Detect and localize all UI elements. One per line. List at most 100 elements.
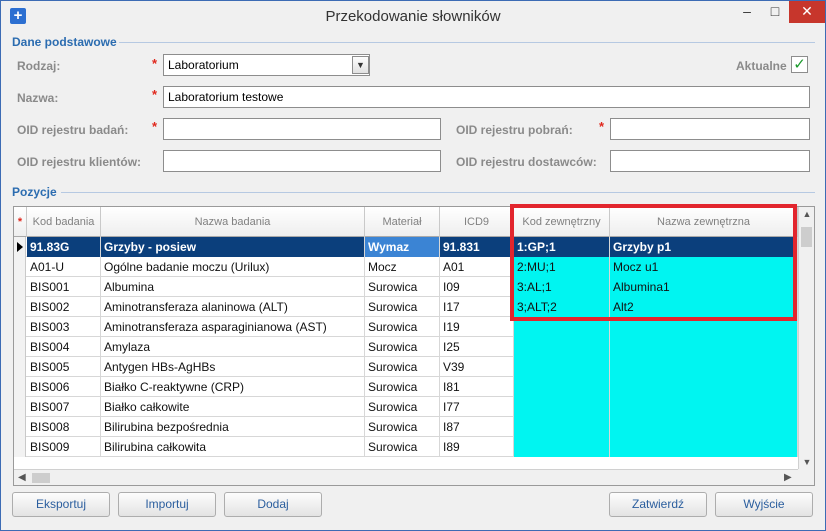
oid-badan-input[interactable]: [163, 118, 441, 140]
oid-dostawcow-input[interactable]: [610, 150, 810, 172]
cell-nazwa-badania[interactable]: Białko C-reaktywne (CRP): [101, 377, 365, 397]
cell-kod-badania[interactable]: BIS004: [27, 337, 101, 357]
cell-material[interactable]: Surowica: [365, 377, 440, 397]
cell-icd9[interactable]: I17: [440, 297, 514, 317]
cell-nazwa-zewnetrzna[interactable]: [610, 337, 798, 357]
cell-material[interactable]: Mocz: [365, 257, 440, 277]
cell-kod-badania[interactable]: BIS009: [27, 437, 101, 457]
header-nazwa-badania[interactable]: Nazwa badania: [101, 207, 365, 237]
row-indicator[interactable]: [14, 437, 26, 457]
header-kod-zewnetrzny[interactable]: Kod zewnętrzny: [514, 207, 610, 237]
horizontal-scrollbar[interactable]: ◀ ▶: [14, 469, 798, 485]
header-nazwa-zewnetrzna[interactable]: Nazwa zewnętrzna: [610, 207, 798, 237]
cell-nazwa-badania[interactable]: Antygen HBs-AgHBs: [101, 357, 365, 377]
cell-icd9[interactable]: V39: [440, 357, 514, 377]
cell-icd9[interactable]: I09: [440, 277, 514, 297]
table-row[interactable]: BIS004 Amylaza Surowica I25: [14, 337, 798, 357]
scroll-down-icon[interactable]: ▼: [799, 457, 814, 467]
cell-nazwa-badania[interactable]: Bilirubina całkowita: [101, 437, 365, 457]
confirm-button[interactable]: Zatwierdź: [609, 492, 707, 517]
cell-icd9[interactable]: I89: [440, 437, 514, 457]
rodzaj-select[interactable]: Laboratorium: [163, 54, 370, 76]
table-row[interactable]: 91.83G Grzyby - posiew Wymaz 91.831 1:GP;1 Gr…: [14, 237, 798, 257]
cell-material[interactable]: Surowica: [365, 337, 440, 357]
cell-kod-zewnetrzny[interactable]: 1:GP;1: [514, 237, 610, 257]
cell-nazwa-zewnetrzna[interactable]: Grzyby p1: [610, 237, 798, 257]
table-row[interactable]: A01-U Ogólne badanie moczu (Urilux) Mocz A0…: [14, 257, 798, 277]
table-row[interactable]: BIS003 Aminotransferaza asparaginianowa (…: [14, 317, 798, 337]
cell-nazwa-badania[interactable]: Amylaza: [101, 337, 365, 357]
header-material[interactable]: Materiał: [365, 207, 440, 237]
row-indicator[interactable]: [14, 417, 26, 437]
scroll-left-icon[interactable]: ◀: [18, 470, 26, 485]
row-indicator[interactable]: [14, 377, 26, 397]
cell-kod-badania[interactable]: BIS003: [27, 317, 101, 337]
row-indicator[interactable]: [14, 257, 26, 277]
cell-icd9[interactable]: 91.831: [440, 237, 514, 257]
row-indicator[interactable]: [14, 237, 26, 257]
add-button[interactable]: Dodaj: [224, 492, 322, 517]
cell-material[interactable]: Surowica: [365, 357, 440, 377]
table-row[interactable]: BIS002 Aminotransferaza alaninowa (ALT) Su…: [14, 297, 798, 317]
cell-kod-badania[interactable]: BIS002: [27, 297, 101, 317]
row-indicator[interactable]: [14, 297, 26, 317]
cell-kod-zewnetrzny[interactable]: 3;ALT;2: [514, 297, 610, 317]
exit-button[interactable]: Wyjście: [715, 492, 813, 517]
cell-material[interactable]: Surowica: [365, 317, 440, 337]
cell-nazwa-zewnetrzna[interactable]: Alt2: [610, 297, 798, 317]
cell-kod-zewnetrzny[interactable]: 3:AL;1: [514, 277, 610, 297]
vertical-scrollbar[interactable]: ▲ ▼: [798, 207, 814, 469]
cell-nazwa-zewnetrzna[interactable]: [610, 357, 798, 377]
nazwa-input[interactable]: Laboratorium testowe: [163, 86, 810, 108]
export-button[interactable]: Eksportuj: [12, 492, 110, 517]
oid-pobran-input[interactable]: [610, 118, 810, 140]
cell-nazwa-zewnetrzna[interactable]: [610, 397, 798, 417]
table-row[interactable]: BIS001 Albumina Surowica I09 3:AL;1 Albumina1: [14, 277, 798, 297]
vertical-scroll-thumb[interactable]: [801, 227, 812, 247]
cell-kod-zewnetrzny[interactable]: 2:MU;1: [514, 257, 610, 277]
cell-material[interactable]: Surowica: [365, 277, 440, 297]
cell-nazwa-zewnetrzna[interactable]: Mocz u1: [610, 257, 798, 277]
minimize-button[interactable]: –: [733, 1, 761, 23]
cell-material[interactable]: Surowica: [365, 397, 440, 417]
row-indicator[interactable]: [14, 277, 26, 297]
cell-nazwa-badania[interactable]: Grzyby - posiew: [101, 237, 365, 257]
cell-nazwa-badania[interactable]: Białko całkowite: [101, 397, 365, 417]
row-indicator[interactable]: [14, 317, 26, 337]
cell-kod-badania[interactable]: BIS007: [27, 397, 101, 417]
row-indicator[interactable]: [14, 357, 26, 377]
cell-kod-badania[interactable]: A01-U: [27, 257, 101, 277]
cell-icd9[interactable]: I81: [440, 377, 514, 397]
close-button[interactable]: ✕: [789, 1, 825, 23]
cell-nazwa-zewnetrzna[interactable]: [610, 417, 798, 437]
cell-nazwa-zewnetrzna[interactable]: [610, 377, 798, 397]
aktualne-checkbox[interactable]: ✓: [791, 56, 808, 73]
cell-nazwa-badania[interactable]: Aminotransferaza asparaginianowa (AST): [101, 317, 365, 337]
cell-nazwa-badania[interactable]: Albumina: [101, 277, 365, 297]
cell-kod-zewnetrzny[interactable]: [514, 377, 610, 397]
title-bar[interactable]: + Przekodowanie słowników – □ ✕: [1, 1, 825, 31]
cell-kod-badania[interactable]: BIS005: [27, 357, 101, 377]
scroll-right-icon[interactable]: ▶: [784, 470, 792, 485]
oid-klientow-input[interactable]: [163, 150, 441, 172]
maximize-button[interactable]: □: [761, 1, 789, 23]
cell-nazwa-badania[interactable]: Aminotransferaza alaninowa (ALT): [101, 297, 365, 317]
row-indicator[interactable]: [14, 337, 26, 357]
cell-icd9[interactable]: I87: [440, 417, 514, 437]
cell-kod-zewnetrzny[interactable]: [514, 397, 610, 417]
header-icd9[interactable]: ICD9: [440, 207, 514, 237]
header-kod-badania[interactable]: Kod badania: [27, 207, 101, 237]
cell-nazwa-zewnetrzna[interactable]: Albumina1: [610, 277, 798, 297]
cell-icd9[interactable]: I25: [440, 337, 514, 357]
cell-icd9[interactable]: I77: [440, 397, 514, 417]
cell-kod-zewnetrzny[interactable]: [514, 437, 610, 457]
cell-kod-badania[interactable]: 91.83G: [27, 237, 101, 257]
table-row[interactable]: BIS006 Białko C-reaktywne (CRP) Surowica I8…: [14, 377, 798, 397]
table-row[interactable]: BIS005 Antygen HBs-AgHBs Surowica V39: [14, 357, 798, 377]
cell-nazwa-zewnetrzna[interactable]: [610, 317, 798, 337]
table-row[interactable]: BIS008 Bilirubina bezpośrednia Surowica I87: [14, 417, 798, 437]
table-row[interactable]: BIS007 Białko całkowite Surowica I77: [14, 397, 798, 417]
cell-material[interactable]: Surowica: [365, 437, 440, 457]
cell-kod-badania[interactable]: BIS008: [27, 417, 101, 437]
rodzaj-dropdown-button[interactable]: ▼: [352, 56, 369, 74]
